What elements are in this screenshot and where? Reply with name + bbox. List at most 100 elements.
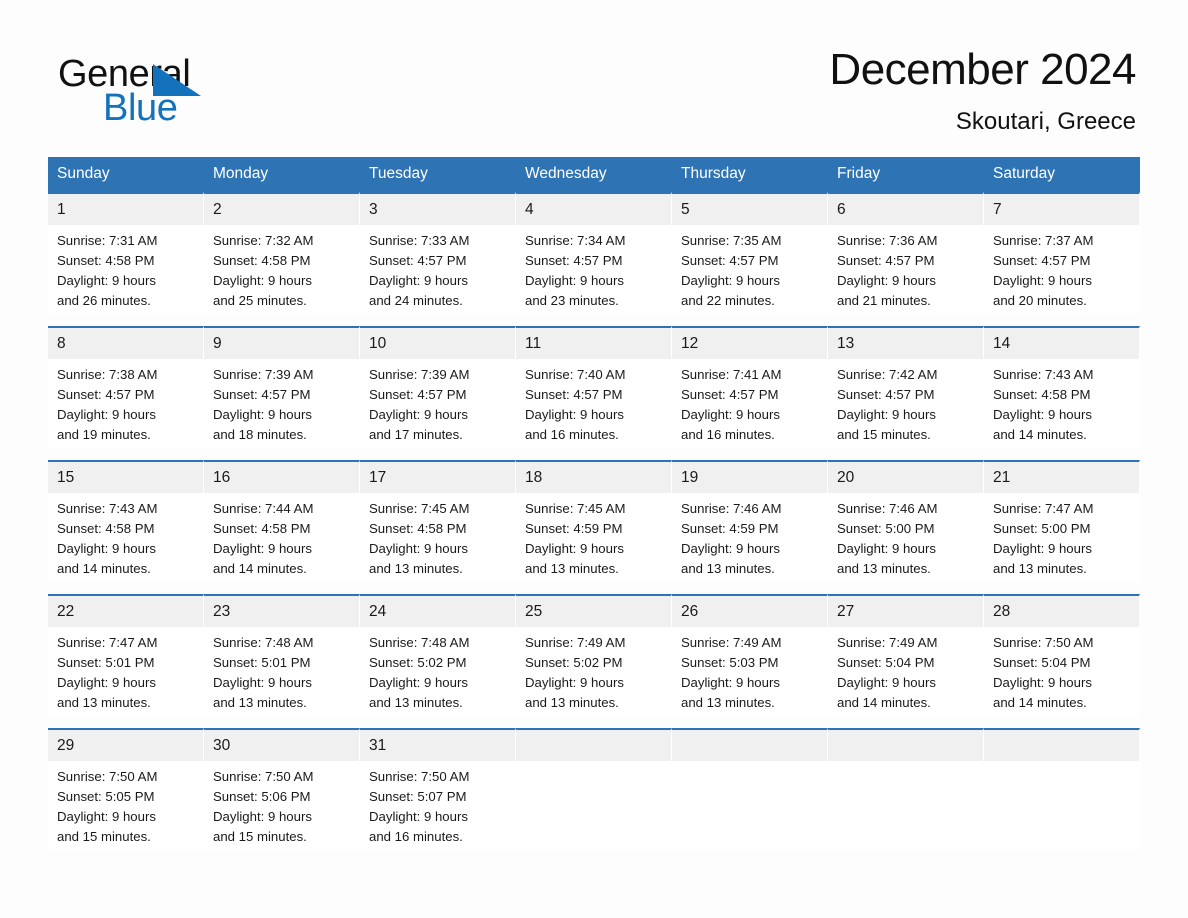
calendar-week-row: 1 Sunrise: 7:31 AM Sunset: 4:58 PM Daylight…: [48, 192, 1140, 314]
daylight-text-line1: Daylight: 9 hours: [57, 541, 156, 556]
week-gap-cell: [48, 448, 1140, 460]
calendar-day-cell[interactable]: 11 Sunrise: 7:40 AM Sunset: 4:57 PM Dayligh…: [516, 326, 672, 448]
calendar-cell: 20 Sunrise: 7:46 AM Sunset: 5:00 PM Dayligh…: [828, 460, 984, 582]
calendar-day-cell[interactable]: 21 Sunrise: 7:47 AM Sunset: 5:00 PM Dayligh…: [984, 460, 1140, 582]
calendar-day-cell[interactable]: 14 Sunrise: 7:43 AM Sunset: 4:58 PM Dayligh…: [984, 326, 1140, 448]
day-number: 23: [204, 596, 359, 627]
sunset-text: Sunset: 4:57 PM: [993, 253, 1091, 268]
day-number: 21: [984, 462, 1139, 493]
day-details: Sunrise: 7:34 AM Sunset: 4:57 PM Daylight:…: [516, 225, 671, 311]
daylight-text-line1: Daylight: 9 hours: [993, 675, 1092, 690]
day-number: 4: [516, 194, 671, 225]
sunset-text: Sunset: 5:00 PM: [837, 521, 935, 536]
daylight-text-line2: and 13 minutes.: [213, 695, 307, 710]
calendar-day-cell[interactable]: 1 Sunrise: 7:31 AM Sunset: 4:58 PM Daylight…: [48, 192, 204, 314]
day-details: Sunrise: 7:48 AM Sunset: 5:01 PM Daylight:…: [204, 627, 359, 713]
sunrise-text: Sunrise: 7:39 AM: [213, 367, 314, 382]
calendar-day-cell[interactable]: 28 Sunrise: 7:50 AM Sunset: 5:04 PM Dayligh…: [984, 594, 1140, 716]
calendar-week-row: 15 Sunrise: 7:43 AM Sunset: 4:58 PM Dayligh…: [48, 460, 1140, 582]
day-details: Sunrise: 7:49 AM Sunset: 5:03 PM Daylight:…: [672, 627, 827, 713]
title-block: December 2024 Skoutari, Greece: [829, 44, 1136, 136]
daylight-text-line2: and 16 minutes.: [369, 829, 463, 844]
calendar-day-cell[interactable]: 30 Sunrise: 7:50 AM Sunset: 5:06 PM Dayligh…: [204, 728, 360, 850]
calendar-cell: 19 Sunrise: 7:46 AM Sunset: 4:59 PM Dayligh…: [672, 460, 828, 582]
calendar-day-cell[interactable]: 5 Sunrise: 7:35 AM Sunset: 4:57 PM Daylight…: [672, 192, 828, 314]
calendar-day-cell[interactable]: 3 Sunrise: 7:33 AM Sunset: 4:57 PM Daylight…: [360, 192, 516, 314]
weekday-header-sunday: Sunday: [48, 157, 204, 192]
daylight-text-line2: and 26 minutes.: [57, 293, 151, 308]
calendar-cell: 15 Sunrise: 7:43 AM Sunset: 4:58 PM Dayligh…: [48, 460, 204, 582]
calendar-day-cell[interactable]: 19 Sunrise: 7:46 AM Sunset: 4:59 PM Dayligh…: [672, 460, 828, 582]
calendar-cell: 10 Sunrise: 7:39 AM Sunset: 4:57 PM Dayligh…: [360, 326, 516, 448]
calendar-day-cell[interactable]: 10 Sunrise: 7:39 AM Sunset: 4:57 PM Dayligh…: [360, 326, 516, 448]
weekday-header-wednesday: Wednesday: [516, 157, 672, 192]
calendar-day-cell[interactable]: 15 Sunrise: 7:43 AM Sunset: 4:58 PM Dayligh…: [48, 460, 204, 582]
calendar-day-cell[interactable]: 22 Sunrise: 7:47 AM Sunset: 5:01 PM Dayligh…: [48, 594, 204, 716]
calendar-cell: 11 Sunrise: 7:40 AM Sunset: 4:57 PM Dayligh…: [516, 326, 672, 448]
day-details: Sunrise: 7:46 AM Sunset: 4:59 PM Daylight:…: [672, 493, 827, 579]
day-details: Sunrise: 7:43 AM Sunset: 4:58 PM Daylight:…: [48, 493, 203, 579]
sunrise-text: Sunrise: 7:46 AM: [681, 501, 782, 516]
calendar-day-cell[interactable]: 13 Sunrise: 7:42 AM Sunset: 4:57 PM Dayligh…: [828, 326, 984, 448]
calendar-day-cell[interactable]: 25 Sunrise: 7:49 AM Sunset: 5:02 PM Dayligh…: [516, 594, 672, 716]
daylight-text-line1: Daylight: 9 hours: [681, 541, 780, 556]
daylight-text-line2: and 21 minutes.: [837, 293, 931, 308]
sunrise-text: Sunrise: 7:50 AM: [369, 769, 470, 784]
day-number: 14: [984, 328, 1139, 359]
day-number: 29: [48, 730, 203, 761]
day-number: 20: [828, 462, 983, 493]
day-details: Sunrise: 7:40 AM Sunset: 4:57 PM Daylight:…: [516, 359, 671, 445]
calendar-day-cell-empty: [672, 728, 828, 850]
day-number: 19: [672, 462, 827, 493]
calendar-day-cell[interactable]: 8 Sunrise: 7:38 AM Sunset: 4:57 PM Daylight…: [48, 326, 204, 448]
calendar-day-cell[interactable]: 18 Sunrise: 7:45 AM Sunset: 4:59 PM Dayligh…: [516, 460, 672, 582]
calendar-day-cell[interactable]: 17 Sunrise: 7:45 AM Sunset: 4:58 PM Dayligh…: [360, 460, 516, 582]
day-number: 26: [672, 596, 827, 627]
sunset-text: Sunset: 4:57 PM: [837, 253, 935, 268]
sunset-text: Sunset: 5:02 PM: [525, 655, 623, 670]
day-number: 5: [672, 194, 827, 225]
weekday-header-saturday: Saturday: [984, 157, 1140, 192]
sunrise-text: Sunrise: 7:47 AM: [57, 635, 158, 650]
daylight-text-line1: Daylight: 9 hours: [213, 809, 312, 824]
calendar-day-cell[interactable]: 31 Sunrise: 7:50 AM Sunset: 5:07 PM Dayligh…: [360, 728, 516, 850]
day-details: Sunrise: 7:31 AM Sunset: 4:58 PM Daylight:…: [48, 225, 203, 311]
calendar-day-cell[interactable]: 20 Sunrise: 7:46 AM Sunset: 5:00 PM Dayligh…: [828, 460, 984, 582]
calendar-day-cell[interactable]: 23 Sunrise: 7:48 AM Sunset: 5:01 PM Dayligh…: [204, 594, 360, 716]
sunrise-text: Sunrise: 7:39 AM: [369, 367, 470, 382]
sunrise-text: Sunrise: 7:43 AM: [57, 501, 158, 516]
day-number: 8: [48, 328, 203, 359]
calendar-day-cell[interactable]: 9 Sunrise: 7:39 AM Sunset: 4:57 PM Daylight…: [204, 326, 360, 448]
daylight-text-line2: and 23 minutes.: [525, 293, 619, 308]
calendar-day-cell[interactable]: 7 Sunrise: 7:37 AM Sunset: 4:57 PM Daylight…: [984, 192, 1140, 314]
sunset-text: Sunset: 4:58 PM: [993, 387, 1091, 402]
calendar-day-cell[interactable]: 2 Sunrise: 7:32 AM Sunset: 4:58 PM Daylight…: [204, 192, 360, 314]
calendar-day-cell[interactable]: 27 Sunrise: 7:49 AM Sunset: 5:04 PM Dayligh…: [828, 594, 984, 716]
daylight-text-line2: and 14 minutes.: [837, 695, 931, 710]
calendar-day-cell[interactable]: 12 Sunrise: 7:41 AM Sunset: 4:57 PM Dayligh…: [672, 326, 828, 448]
calendar-day-cell[interactable]: 4 Sunrise: 7:34 AM Sunset: 4:57 PM Daylight…: [516, 192, 672, 314]
daylight-text-line2: and 13 minutes.: [525, 561, 619, 576]
calendar-cell: 12 Sunrise: 7:41 AM Sunset: 4:57 PM Dayligh…: [672, 326, 828, 448]
calendar-header-row: Sunday Monday Tuesday Wednesday Thursday…: [48, 157, 1140, 192]
sunset-text: Sunset: 4:57 PM: [681, 387, 779, 402]
calendar-day-cell[interactable]: 29 Sunrise: 7:50 AM Sunset: 5:05 PM Dayligh…: [48, 728, 204, 850]
calendar-day-cell[interactable]: 6 Sunrise: 7:36 AM Sunset: 4:57 PM Daylight…: [828, 192, 984, 314]
calendar-day-cell[interactable]: 16 Sunrise: 7:44 AM Sunset: 4:58 PM Dayligh…: [204, 460, 360, 582]
calendar-week-row: 22 Sunrise: 7:47 AM Sunset: 5:01 PM Dayligh…: [48, 594, 1140, 716]
day-details: Sunrise: 7:45 AM Sunset: 4:58 PM Daylight:…: [360, 493, 515, 579]
page-title: December 2024: [829, 45, 1136, 94]
day-number: [672, 730, 827, 761]
calendar-cell: 16 Sunrise: 7:44 AM Sunset: 4:58 PM Dayligh…: [204, 460, 360, 582]
calendar-day-cell[interactable]: 24 Sunrise: 7:48 AM Sunset: 5:02 PM Dayligh…: [360, 594, 516, 716]
calendar-day-cell-empty: [984, 728, 1140, 850]
daylight-text-line1: Daylight: 9 hours: [213, 273, 312, 288]
day-details: Sunrise: 7:42 AM Sunset: 4:57 PM Daylight:…: [828, 359, 983, 445]
daylight-text-line2: and 14 minutes.: [57, 561, 151, 576]
day-details: Sunrise: 7:50 AM Sunset: 5:06 PM Daylight:…: [204, 761, 359, 847]
sunrise-text: Sunrise: 7:41 AM: [681, 367, 782, 382]
calendar-week-row: 29 Sunrise: 7:50 AM Sunset: 5:05 PM Dayligh…: [48, 728, 1140, 850]
calendar-day-cell[interactable]: 26 Sunrise: 7:49 AM Sunset: 5:03 PM Dayligh…: [672, 594, 828, 716]
day-number: 10: [360, 328, 515, 359]
calendar-day-cell-empty: [516, 728, 672, 850]
